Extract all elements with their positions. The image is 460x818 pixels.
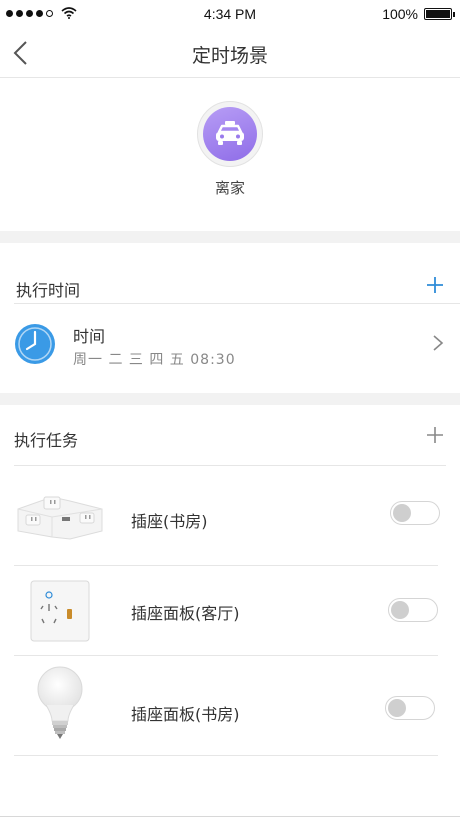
task-label: 插座面板(书房) bbox=[131, 705, 240, 724]
wall-socket-image bbox=[12, 576, 108, 646]
battery-fill bbox=[426, 10, 450, 18]
task-item: 插座面板(书房) bbox=[0, 660, 460, 750]
schedule-section-title: 执行时间 bbox=[16, 281, 81, 300]
scene-name: 离家 bbox=[214, 179, 245, 197]
status-bar: 4:34 PM 100% bbox=[0, 0, 460, 28]
light-bulb-image bbox=[12, 666, 108, 739]
tasks-section-title: 执行任务 bbox=[14, 431, 79, 450]
section-divider bbox=[0, 231, 460, 243]
nav-bar: 定时场景 bbox=[0, 28, 460, 78]
divider bbox=[14, 465, 446, 466]
battery-icon bbox=[424, 8, 455, 20]
add-schedule-button[interactable] bbox=[426, 274, 444, 298]
task-toggle[interactable] bbox=[390, 501, 440, 525]
toggle-knob bbox=[393, 504, 411, 522]
bottom-edge bbox=[0, 816, 460, 817]
car-icon bbox=[203, 107, 257, 161]
plus-icon bbox=[427, 277, 443, 293]
schedule-time-item[interactable]: 时间 周一 二 三 四 五 08:30 bbox=[0, 304, 460, 382]
toggle-knob bbox=[391, 601, 409, 619]
battery-percent: 100% bbox=[382, 6, 418, 22]
task-item: 插座(书房) bbox=[0, 474, 460, 564]
scene-icon-button[interactable] bbox=[197, 101, 263, 167]
task-toggle[interactable] bbox=[385, 696, 435, 720]
schedule-item-title: 时间 bbox=[73, 327, 106, 346]
add-task-button[interactable] bbox=[426, 424, 444, 448]
chevron-right-icon bbox=[433, 335, 444, 351]
power-strip-image bbox=[12, 482, 108, 552]
scene-header: 离家 bbox=[0, 79, 460, 231]
tasks-section-header: 执行任务 bbox=[0, 412, 460, 460]
task-label: 插座面板(客厅) bbox=[131, 604, 240, 623]
task-item: 插座面板(客厅) bbox=[0, 566, 460, 656]
schedule-item-description: 周一 二 三 四 五 08:30 bbox=[73, 352, 236, 368]
toggle-knob bbox=[388, 699, 406, 717]
task-toggle[interactable] bbox=[388, 598, 438, 622]
page-title: 定时场景 bbox=[191, 45, 268, 67]
section-divider bbox=[0, 393, 460, 405]
task-label: 插座(书房) bbox=[131, 512, 208, 531]
divider bbox=[14, 755, 438, 756]
divider bbox=[14, 655, 438, 656]
clock-icon bbox=[15, 324, 55, 364]
battery-indicator: 100% bbox=[382, 6, 455, 22]
plus-icon bbox=[427, 427, 443, 443]
